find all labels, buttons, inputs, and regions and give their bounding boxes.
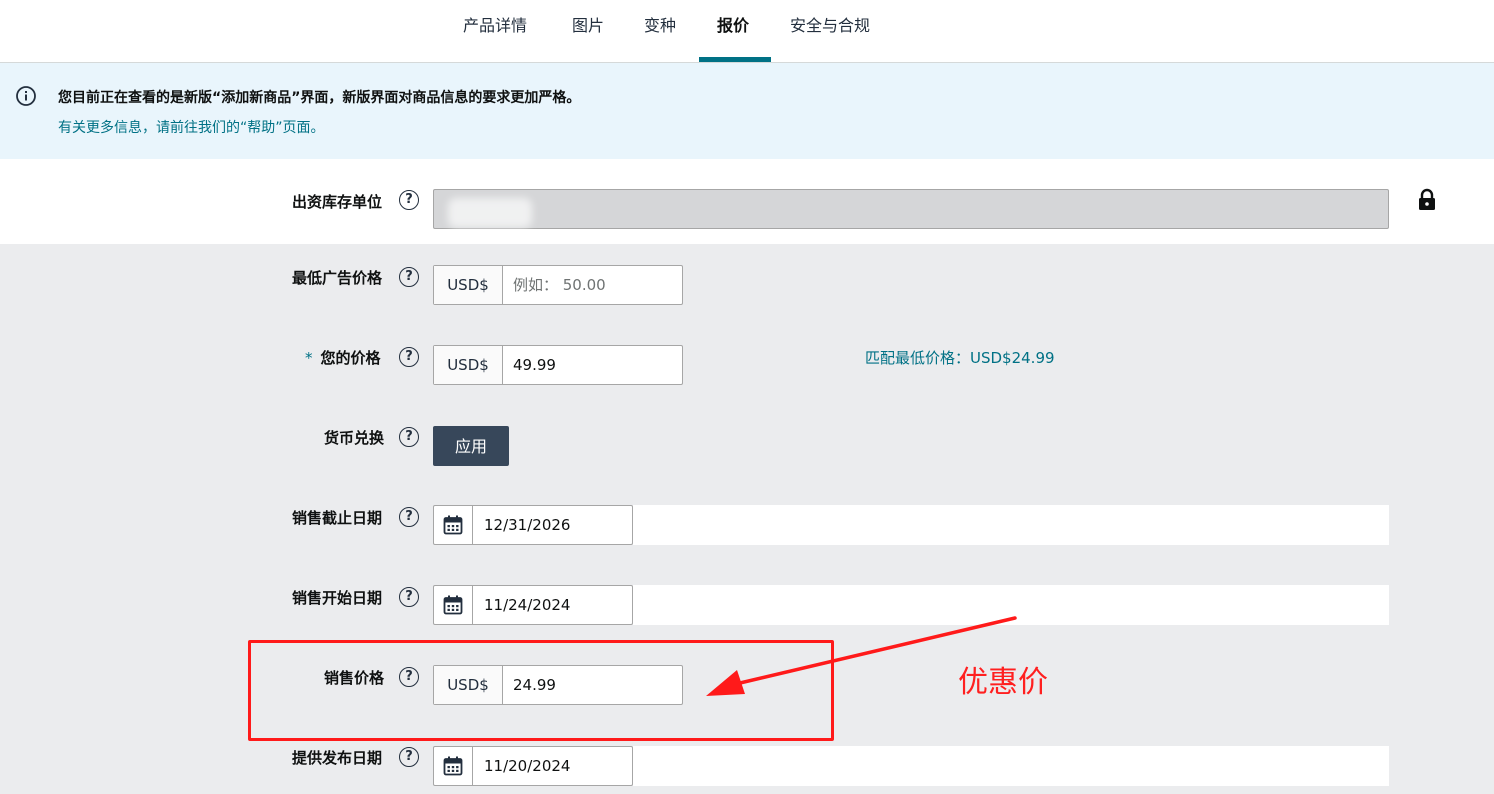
calendar-icon <box>443 515 463 535</box>
release-date-label: 提供发布日期 <box>292 749 383 767</box>
tab-safety-compliance[interactable]: 安全与合规 <box>790 14 870 62</box>
sku-field <box>433 189 1389 229</box>
help-page-link[interactable]: 有关更多信息，请前往我们的“帮助”页面。 <box>58 117 325 137</box>
release-date-field <box>433 746 633 786</box>
tab-product-details[interactable]: 产品详情 <box>463 14 527 62</box>
sale-end-date-label: 销售截止日期 <box>292 509 383 527</box>
sale-start-date-label: 销售开始日期 <box>292 589 383 607</box>
info-icon <box>16 86 36 106</box>
highlight-box <box>248 640 834 741</box>
tab-offer[interactable]: 报价 <box>717 14 749 62</box>
currency-conversion-label: 货币兑换 <box>324 429 385 447</box>
date-row-background <box>633 746 1389 786</box>
sale-end-date-help-icon[interactable]: ? <box>399 507 419 527</box>
release-date-help-icon[interactable]: ? <box>399 747 419 767</box>
match-lowest-price-link[interactable]: 匹配最低价格：USD$24.99 <box>865 347 1055 368</box>
apply-button[interactable]: 应用 <box>433 426 509 466</box>
map-price-help-icon[interactable]: ? <box>399 267 419 287</box>
sku-help-icon[interactable]: ? <box>399 190 419 210</box>
tab-images[interactable]: 图片 <box>572 14 604 62</box>
sale-start-date-input[interactable] <box>473 586 630 624</box>
date-row-background <box>633 505 1389 545</box>
lock-icon <box>1419 188 1435 210</box>
sku-label: 出资库存单位 <box>292 193 383 211</box>
your-price-field: USD$ <box>433 345 683 385</box>
map-price-label: 最低广告价格 <box>292 269 383 287</box>
tab-variations[interactable]: 变种 <box>644 14 676 62</box>
release-date-input[interactable] <box>473 747 630 785</box>
banner-message: 您目前正在查看的是新版“添加新商品”界面，新版界面对商品信息的要求更加严格。 <box>58 90 581 106</box>
calendar-icon <box>443 756 463 776</box>
sale-start-date-field <box>433 585 633 625</box>
sale-start-date-help-icon[interactable]: ? <box>399 587 419 607</box>
currency-prefix: USD$ <box>434 346 503 384</box>
calendar-button[interactable] <box>434 747 473 785</box>
sale-end-date-field <box>433 505 633 545</box>
sku-redacted <box>448 198 532 228</box>
your-price-help-icon[interactable]: ? <box>399 347 419 367</box>
calendar-icon <box>443 595 463 615</box>
date-row-background <box>633 585 1389 625</box>
sale-end-date-input[interactable] <box>473 506 630 544</box>
your-price-label: * 您的价格 <box>305 347 381 368</box>
required-mark: * <box>305 349 313 367</box>
info-banner <box>0 63 1494 159</box>
annotation-label: 优惠价 <box>958 665 1048 700</box>
currency-prefix: USD$ <box>434 266 503 304</box>
active-tab-indicator <box>699 57 771 62</box>
calendar-button[interactable] <box>434 506 473 544</box>
map-price-input[interactable] <box>503 266 679 304</box>
your-price-input[interactable] <box>503 346 679 384</box>
currency-conversion-help-icon[interactable]: ? <box>399 427 419 447</box>
map-price-field: USD$ <box>433 265 683 305</box>
your-price-label-text: 您的价格 <box>320 349 381 367</box>
tab-bar: 产品详情 图片 变种 报价 安全与合规 <box>0 0 1494 63</box>
calendar-button[interactable] <box>434 586 473 624</box>
